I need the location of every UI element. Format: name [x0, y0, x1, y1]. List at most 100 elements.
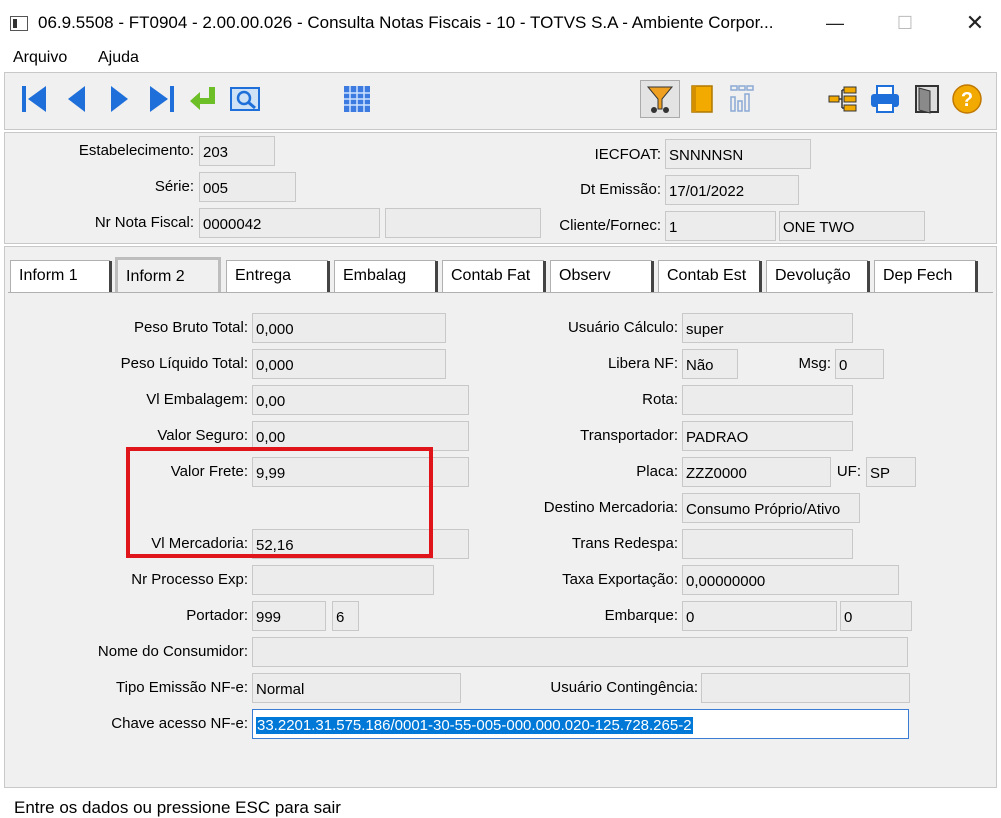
nr-nota-extra-field[interactable] — [385, 208, 541, 238]
placa-label: Placa: — [636, 463, 678, 480]
embarque-field[interactable]: 0 — [682, 601, 837, 631]
book-icon — [691, 85, 713, 113]
nome-consumidor-label: Nome do Consumidor: — [97, 643, 248, 660]
tab-observ[interactable]: Observ — [550, 260, 654, 293]
iecfoat-label: IECFOAT: — [594, 146, 661, 163]
rota-label: Rota: — [642, 391, 678, 408]
peso-liquido-field[interactable]: 0,000 — [252, 349, 446, 379]
tree-icon — [828, 86, 857, 112]
serie-field[interactable]: 005 — [199, 172, 296, 202]
tipo-emissao-field[interactable]: Normal — [252, 673, 461, 703]
destino-label: Destino Mercadoria: — [543, 499, 678, 516]
embarque-seq-field[interactable]: 0 — [840, 601, 912, 631]
highlight-annotation-box — [126, 447, 433, 558]
report-button[interactable] — [726, 80, 760, 118]
transportador-label: Transportador: — [580, 427, 678, 444]
nr-processo-label: Nr Processo Exp: — [131, 571, 248, 588]
taxa-exportacao-field[interactable]: 0,00000000 — [682, 565, 899, 595]
tab-inform-1[interactable]: Inform 1 — [10, 260, 112, 293]
menu-ajuda[interactable]: Ajuda — [98, 49, 139, 67]
transportador-field[interactable]: PADRAO — [682, 421, 853, 451]
enter-arrow-icon — [190, 87, 215, 110]
dt-emissao-field[interactable]: 17/01/2022 — [665, 175, 799, 205]
tab-devolucao[interactable]: Devolução — [766, 260, 870, 293]
door-exit-icon — [915, 85, 939, 114]
cliente-code-field[interactable]: 1 — [665, 211, 776, 241]
calendar-grid-icon — [344, 86, 370, 112]
menu-arquivo[interactable]: Arquivo — [13, 49, 67, 67]
usuario-contingencia-field[interactable] — [701, 673, 910, 703]
help-icon: ? — [952, 84, 982, 114]
trans-redespa-field[interactable] — [682, 529, 853, 559]
window-title: 06.9.5508 - FT0904 - 2.00.00.026 - Consu… — [38, 13, 774, 32]
uf-label: UF: — [836, 463, 861, 480]
previous-record-button[interactable] — [60, 80, 94, 118]
help-button[interactable]: ? — [950, 80, 984, 118]
funnel-icon — [646, 86, 674, 113]
tab-inform-2[interactable]: Inform 2 — [115, 257, 221, 293]
uf-field[interactable]: SP — [866, 457, 916, 487]
serie-label: Série: — [154, 178, 194, 195]
portador-label: Portador: — [186, 607, 248, 624]
tab-divider — [8, 292, 993, 293]
libera-nf-field[interactable]: Não — [682, 349, 738, 379]
destino-field[interactable]: Consumo Próprio/Ativo — [682, 493, 860, 523]
msg-field[interactable]: 0 — [835, 349, 884, 379]
taxa-exportacao-label: Taxa Exportação: — [562, 571, 678, 588]
libera-nf-label: Libera NF: — [607, 355, 678, 372]
first-icon — [22, 86, 46, 112]
printer-icon — [871, 85, 899, 113]
filter-button[interactable] — [640, 80, 680, 118]
search-button[interactable] — [228, 80, 262, 118]
vl-embalagem-label: Vl Embalagem: — [146, 391, 248, 408]
iecfoat-field[interactable]: SNNNNSN — [665, 139, 811, 169]
cliente-name-field[interactable]: ONE TWO — [779, 211, 925, 241]
first-record-button[interactable] — [18, 80, 52, 118]
search-screen-icon — [230, 87, 260, 111]
app-icon — [10, 16, 28, 31]
menu-bar — [0, 46, 1001, 70]
tab-contab-fat[interactable]: Contab Fat — [442, 260, 546, 293]
maximize-button[interactable]: ☐ — [882, 0, 928, 46]
peso-bruto-field[interactable]: 0,000 — [252, 313, 446, 343]
embarque-label: Embarque: — [604, 607, 678, 624]
dt-emissao-label: Dt Emissão: — [580, 181, 661, 198]
vl-embalagem-field[interactable]: 0,00 — [252, 385, 469, 415]
estabelecimento-field[interactable]: 203 — [199, 136, 275, 166]
placa-field[interactable]: ZZZ0000 — [682, 457, 831, 487]
tab-embalag[interactable]: Embalag — [334, 260, 438, 293]
calendar-button[interactable] — [340, 80, 374, 118]
nr-processo-field[interactable] — [252, 565, 434, 595]
valor-seguro-label: Valor Seguro: — [157, 427, 248, 444]
chave-acesso-selected-text: 33.2201.31.575.186/0001-30-55-005-000.00… — [256, 717, 693, 734]
tree-button[interactable] — [826, 80, 860, 118]
rota-field[interactable] — [682, 385, 853, 415]
usuario-calculo-field[interactable]: super — [682, 313, 853, 343]
trans-redespa-label: Trans Redespa: — [571, 535, 678, 552]
usuario-calculo-label: Usuário Cálculo: — [567, 319, 678, 336]
tab-contab-est[interactable]: Contab Est — [658, 260, 762, 293]
close-button[interactable]: ✕ — [952, 0, 998, 46]
next-record-button[interactable] — [102, 80, 136, 118]
nome-consumidor-field[interactable] — [252, 637, 908, 667]
minimize-button[interactable]: — — [812, 0, 858, 46]
list-button[interactable] — [685, 80, 719, 118]
peso-bruto-label: Peso Bruto Total: — [134, 319, 248, 336]
peso-liquido-label: Peso Líquido Total: — [120, 355, 248, 372]
portador-field[interactable]: 999 — [252, 601, 326, 631]
msg-label: Msg: — [798, 355, 831, 372]
chave-acesso-label: Chave acesso NF-e: — [111, 715, 248, 732]
cliente-label: Cliente/Fornec: — [559, 217, 661, 234]
print-button[interactable] — [868, 80, 902, 118]
goto-button[interactable] — [186, 80, 220, 118]
nr-nota-field[interactable]: 0000042 — [199, 208, 380, 238]
nr-nota-label: Nr Nota Fiscal: — [94, 214, 194, 231]
tab-dep-fech[interactable]: Dep Fech — [874, 260, 978, 293]
usuario-contingencia-label: Usuário Contingência: — [550, 679, 698, 696]
last-record-button[interactable] — [144, 80, 178, 118]
portador-modalidade-field[interactable]: 6 — [332, 601, 359, 631]
chave-acesso-field[interactable]: 33.2201.31.575.186/0001-30-55-005-000.00… — [252, 709, 909, 739]
next-icon — [111, 86, 128, 112]
exit-button[interactable] — [910, 80, 944, 118]
tab-entrega[interactable]: Entrega — [226, 260, 330, 293]
